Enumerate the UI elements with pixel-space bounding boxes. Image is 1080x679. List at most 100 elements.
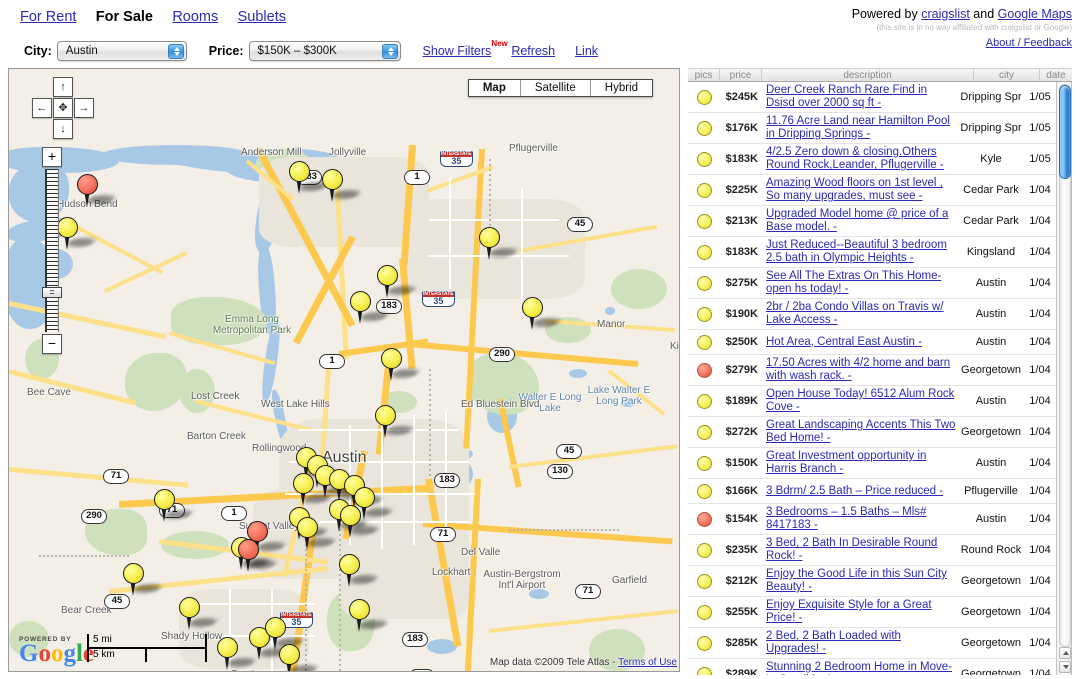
listing-description-cell[interactable]: Amazing Wood floors on 1st level , So ma… xyxy=(762,175,958,205)
column-header-pics[interactable]: pics xyxy=(688,69,720,81)
listing-description-cell[interactable]: Upgraded Model home @ price of a Base mo… xyxy=(762,206,958,236)
pan-down-icon[interactable]: ↓ xyxy=(53,119,73,139)
listing-row[interactable]: $275KSee All The Extras On This Home-ope… xyxy=(688,268,1056,299)
craigslist-link[interactable]: craigslist xyxy=(921,7,970,21)
listing-row[interactable]: $183K4/2.5 Zero down & closing.Others Ro… xyxy=(688,144,1056,175)
map-marker-pin[interactable] xyxy=(340,505,361,539)
listing-pics-cell[interactable] xyxy=(688,482,720,501)
listing-pics-cell[interactable] xyxy=(688,603,720,622)
listing-row[interactable]: $225KAmazing Wood floors on 1st level , … xyxy=(688,175,1056,206)
listing-marker-dot-icon[interactable] xyxy=(697,574,712,589)
nav-tab-rooms[interactable]: Rooms xyxy=(172,9,218,25)
map-marker-pin[interactable] xyxy=(349,599,370,633)
listing-pics-cell[interactable] xyxy=(688,572,720,591)
listing-row[interactable]: $176K11.76 Acre Land near Hamilton Pool … xyxy=(688,113,1056,144)
zoom-slider-thumb[interactable]: = xyxy=(42,287,62,298)
scroll-up-arrow-icon[interactable] xyxy=(1059,647,1071,659)
nav-tab-for-sale[interactable]: For Sale xyxy=(96,9,153,25)
map-marker-pin[interactable] xyxy=(57,217,78,251)
listing-marker-dot-icon[interactable] xyxy=(697,363,712,378)
listing-pics-cell[interactable] xyxy=(688,392,720,411)
listing-pics-cell[interactable] xyxy=(688,119,720,138)
listing-row[interactable]: $235K3 Bed, 2 Bath In Desirable Round Ro… xyxy=(688,535,1056,566)
listing-pics-cell[interactable] xyxy=(688,88,720,107)
listing-marker-dot-icon[interactable] xyxy=(697,245,712,260)
listing-pics-cell[interactable] xyxy=(688,634,720,653)
zoom-out-button[interactable]: − xyxy=(42,334,62,354)
listing-marker-dot-icon[interactable] xyxy=(697,512,712,527)
column-header-date[interactable]: date xyxy=(1040,69,1072,81)
listing-description-cell[interactable]: Just Reduced--Beautiful 3 bedroom 2.5 ba… xyxy=(762,237,958,267)
map-type-switcher[interactable]: Map Satellite Hybrid xyxy=(468,79,653,97)
map-marker-pin[interactable] xyxy=(123,563,144,597)
google-maps-link[interactable]: Google Maps xyxy=(998,7,1072,21)
listing-marker-dot-icon[interactable] xyxy=(697,605,712,620)
listing-pics-cell[interactable] xyxy=(688,665,720,676)
listing-description-link[interactable]: 4/2.5 Zero down & closing.Others Round R… xyxy=(766,146,944,171)
map-marker-pin[interactable] xyxy=(217,637,238,671)
map-type-satellite[interactable]: Satellite xyxy=(521,80,591,96)
listing-description-cell[interactable]: Great Investment opportunity in Harris B… xyxy=(762,448,958,478)
listing-marker-dot-icon[interactable] xyxy=(697,183,712,198)
listing-description-link[interactable]: 2 Bed, 2 Bath Loaded with Upgrades! - xyxy=(766,630,901,655)
listing-marker-dot-icon[interactable] xyxy=(697,335,712,350)
pan-left-icon[interactable]: ← xyxy=(32,98,52,118)
listing-description-link[interactable]: Just Reduced--Beautiful 3 bedroom 2.5 ba… xyxy=(766,239,947,264)
listing-marker-dot-icon[interactable] xyxy=(697,307,712,322)
map-pan-control[interactable]: ↑ ← ✥ → ↓ xyxy=(32,77,94,139)
listing-description-link[interactable]: Deer Creek Ranch Rare Find in Dsisd over… xyxy=(766,84,927,109)
listing-pics-cell[interactable] xyxy=(688,454,720,473)
nav-tab-for-rent[interactable]: For Rent xyxy=(20,9,76,25)
listing-description-link[interactable]: 11.76 Acre Land near Hamilton Pool in Dr… xyxy=(766,115,950,140)
listings-scrollbar[interactable] xyxy=(1056,82,1072,675)
listing-marker-dot-icon[interactable] xyxy=(697,394,712,409)
listing-marker-dot-icon[interactable] xyxy=(697,425,712,440)
listing-marker-dot-icon[interactable] xyxy=(697,636,712,651)
scroll-down-arrow-icon[interactable] xyxy=(1059,661,1071,673)
listing-row[interactable]: $245KDeer Creek Ranch Rare Find in Dsisd… xyxy=(688,82,1056,113)
listing-pics-cell[interactable] xyxy=(688,541,720,560)
listing-marker-dot-icon[interactable] xyxy=(697,276,712,291)
scrollbar-thumb[interactable] xyxy=(1059,85,1071,179)
listing-row[interactable]: $289KStunning 2 Bedroom Home in Move-In … xyxy=(688,659,1056,675)
listing-description-link[interactable]: Stunning 2 Bedroom Home in Move-In Condi… xyxy=(766,661,952,675)
listing-row[interactable]: $213KUpgraded Model home @ price of a Ba… xyxy=(688,206,1056,237)
map-marker-pin[interactable] xyxy=(339,554,360,588)
listing-description-link[interactable]: 17.50 Acres with 4/2 home and barn with … xyxy=(766,357,950,382)
map-marker-pin[interactable] xyxy=(179,597,200,631)
listing-pics-cell[interactable] xyxy=(688,150,720,169)
listing-row[interactable]: $190K2br / 2ba Condo Villas on Travis w/… xyxy=(688,299,1056,330)
listing-pics-cell[interactable] xyxy=(688,181,720,200)
listing-description-link[interactable]: Great Investment opportunity in Harris B… xyxy=(766,450,926,475)
map-marker-pin[interactable] xyxy=(381,348,402,382)
listing-pics-cell[interactable] xyxy=(688,333,720,352)
listing-row[interactable]: $212KEnjoy the Good Life in this Sun Cit… xyxy=(688,566,1056,597)
listing-description-link[interactable]: 3 Bed, 2 Bath In Desirable Round Rock! - xyxy=(766,537,937,562)
map-marker-pin[interactable] xyxy=(154,489,175,523)
listing-marker-dot-icon[interactable] xyxy=(697,214,712,229)
map-type-hybrid[interactable]: Hybrid xyxy=(591,80,652,96)
map-marker-pin[interactable] xyxy=(350,291,371,325)
map-marker-pin[interactable] xyxy=(522,297,543,331)
listing-description-cell[interactable]: Open House Today! 6512 Alum Rock Cove - xyxy=(762,386,958,416)
zoom-in-button[interactable]: + xyxy=(42,147,62,167)
listing-pics-cell[interactable] xyxy=(688,243,720,262)
listing-description-cell[interactable]: See All The Extras On This Home-open hs … xyxy=(762,268,958,298)
pan-right-icon[interactable]: → xyxy=(74,98,94,118)
listing-pics-cell[interactable] xyxy=(688,361,720,380)
listing-pics-cell[interactable] xyxy=(688,510,720,529)
map-marker-pin[interactable] xyxy=(238,539,259,573)
column-header-description[interactable]: description xyxy=(762,69,974,81)
listing-description-cell[interactable]: Enjoy the Good Life in this Sun City Bea… xyxy=(762,566,958,596)
terms-of-use-link[interactable]: Terms of Use xyxy=(618,657,677,668)
listing-description-link[interactable]: Hot Area, Central East Austin - xyxy=(766,336,922,348)
listing-description-cell[interactable]: 11.76 Acre Land near Hamilton Pool in Dr… xyxy=(762,113,958,143)
show-filters-link[interactable]: Show FiltersNew xyxy=(423,44,492,58)
listing-description-cell[interactable]: 3 Bedrooms – 1.5 Baths – Mls# 8417183 - xyxy=(762,504,958,534)
listing-description-link[interactable]: Amazing Wood floors on 1st level , So ma… xyxy=(766,177,943,202)
listing-marker-dot-icon[interactable] xyxy=(697,152,712,167)
listing-description-cell[interactable]: 17.50 Acres with 4/2 home and barn with … xyxy=(762,355,958,385)
listing-description-link[interactable]: Enjoy the Good Life in this Sun City Bea… xyxy=(766,568,947,593)
listing-row[interactable]: $189KOpen House Today! 6512 Alum Rock Co… xyxy=(688,386,1056,417)
pan-up-icon[interactable]: ↑ xyxy=(53,77,73,97)
